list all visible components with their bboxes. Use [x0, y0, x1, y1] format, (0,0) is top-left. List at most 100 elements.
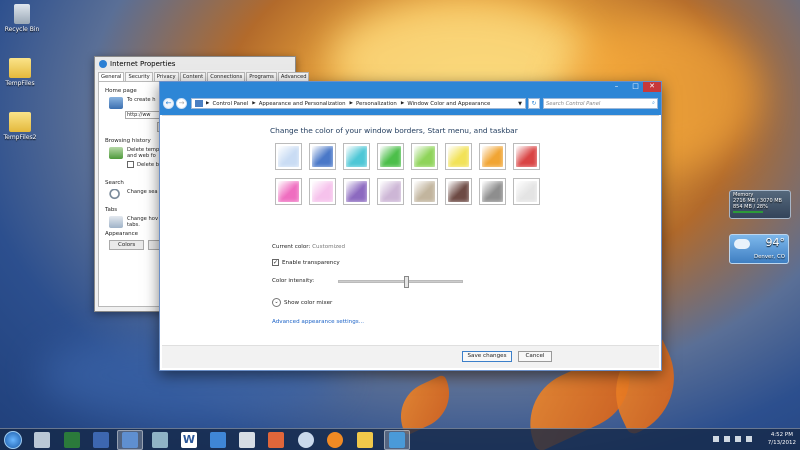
desktop-icon-tempfiles[interactable]: TempFiles — [0, 58, 42, 87]
start-button[interactable] — [4, 431, 22, 449]
desktop-icon-recycle-bin[interactable]: Recycle Bin — [0, 4, 44, 33]
window-frame[interactable]: – □ ✕ ← → ▶ Control Panel ▶ Appearance a… — [160, 82, 661, 115]
browser-app-icon[interactable] — [298, 432, 314, 448]
color-swatch[interactable] — [275, 143, 302, 170]
color-swatch[interactable] — [411, 178, 438, 205]
color-swatch[interactable] — [275, 178, 302, 205]
network-app-icon[interactable] — [93, 432, 109, 448]
tab-privacy[interactable]: Privacy — [153, 72, 179, 81]
search-placeholder: Search Control Panel — [546, 100, 601, 107]
enable-transparency-option[interactable]: ✓ Enable transparency — [272, 259, 340, 266]
chevron-right-icon: ▶ — [206, 101, 210, 106]
save-button[interactable]: Save changes — [462, 351, 512, 362]
forward-arrow-icon[interactable]: → — [176, 98, 187, 109]
desktop-icon-label: TempFiles2 — [3, 134, 37, 141]
color-swatch-fill — [482, 181, 503, 202]
color-swatch-fill — [380, 181, 401, 202]
breadcrumb-appearance[interactable]: Appearance and Personalization — [259, 101, 346, 107]
slider-thumb[interactable] — [403, 275, 409, 288]
color-swatch-grid — [275, 143, 547, 205]
clock[interactable]: 4:52 PM 7/13/2012 — [768, 431, 796, 447]
internet-properties-tabs: General Security Privacy Content Connect… — [95, 70, 310, 81]
color-swatch[interactable] — [479, 143, 506, 170]
color-swatch-fill — [414, 181, 435, 202]
delete-on-exit-checkbox[interactable] — [127, 161, 134, 168]
navigation-bar: ← → ▶ Control Panel ▶ Appearance and Per… — [163, 97, 658, 110]
color-swatch-fill — [482, 146, 503, 167]
color-intensity-row: Color intensity: — [272, 275, 464, 288]
tab-programs[interactable]: Programs — [246, 72, 277, 81]
color-swatch[interactable] — [309, 143, 336, 170]
breadcrumb-personalization[interactable]: Personalization — [356, 101, 397, 107]
word-app-icon[interactable]: W — [181, 432, 197, 448]
address-bar[interactable]: ▶ Control Panel ▶ Appearance and Persona… — [191, 98, 526, 109]
breadcrumb-window-color[interactable]: Window Color and Appearance — [407, 101, 490, 107]
firefox-app-icon[interactable] — [327, 432, 343, 448]
terminal-app-icon[interactable] — [64, 432, 80, 448]
color-swatch-fill — [346, 181, 367, 202]
color-swatch[interactable] — [445, 143, 472, 170]
color-swatch[interactable] — [411, 143, 438, 170]
weather-gadget[interactable]: 94° Denver, CO — [729, 234, 789, 264]
tabs-icon — [109, 216, 123, 228]
color-swatch-fill — [346, 146, 367, 167]
chevron-right-icon: ▶ — [400, 101, 405, 106]
window-color-appearance-window[interactable]: – □ ✕ ← → ▶ Control Panel ▶ Appearance a… — [159, 81, 662, 371]
weather-city: Denver, CO — [753, 254, 785, 260]
color-intensity-slider[interactable] — [338, 275, 464, 288]
media-app-icon[interactable] — [268, 432, 284, 448]
color-swatch[interactable] — [513, 143, 540, 170]
color-swatch[interactable] — [513, 178, 540, 205]
back-arrow-icon[interactable]: ← — [163, 98, 174, 109]
flag-icon[interactable] — [724, 436, 730, 442]
search-input[interactable]: Search Control Panel ⌕ — [543, 98, 658, 109]
chevron-down-icon[interactable]: ▼ — [518, 101, 522, 107]
tab-advanced[interactable]: Advanced — [277, 72, 310, 81]
game-app-icon[interactable] — [239, 432, 255, 448]
refresh-icon[interactable]: ↻ — [528, 98, 540, 109]
color-swatch[interactable] — [377, 143, 404, 170]
advanced-appearance-link[interactable]: Advanced appearance settings... — [272, 319, 364, 325]
color-swatch[interactable] — [479, 178, 506, 205]
tab-connections[interactable]: Connections — [207, 72, 246, 81]
internet-properties-app-icon[interactable] — [389, 432, 405, 448]
desktop-icon-tempfiles2[interactable]: TempFiles2 — [0, 112, 42, 141]
color-swatch[interactable] — [445, 178, 472, 205]
tab-content[interactable]: Content — [179, 72, 207, 81]
color-swatch-fill — [516, 146, 537, 167]
control-panel-app-icon[interactable] — [122, 432, 138, 448]
recycle-bin-icon — [14, 4, 30, 24]
color-swatch-fill — [448, 146, 469, 167]
colors-button[interactable]: Colors — [109, 240, 145, 250]
network-icon[interactable] — [735, 436, 741, 442]
color-swatch[interactable] — [343, 143, 370, 170]
enable-transparency-checkbox[interactable]: ✓ — [272, 259, 279, 266]
desktop-icon-label: Recycle Bin — [4, 26, 40, 33]
leaf-decoration — [389, 374, 461, 436]
home-icon — [109, 97, 123, 109]
cancel-button[interactable]: Cancel — [518, 351, 552, 362]
color-swatch-fill — [516, 181, 537, 202]
color-swatch[interactable] — [343, 178, 370, 205]
documents-app-icon[interactable] — [34, 432, 50, 448]
show-color-mixer[interactable]: ⌄ Show color mixer — [272, 298, 332, 307]
delete-on-exit-label: Delete b — [137, 161, 159, 168]
memory-usage-bar — [733, 211, 764, 213]
chevron-up-icon[interactable] — [713, 436, 719, 442]
tab-general[interactable]: General — [98, 72, 125, 81]
minimize-button[interactable]: – — [607, 82, 626, 92]
color-swatch[interactable] — [377, 178, 404, 205]
breadcrumb-control-panel[interactable]: Control Panel — [212, 101, 248, 107]
tab-security[interactable]: Security — [125, 72, 153, 81]
explorer-app-icon[interactable] — [357, 432, 373, 448]
internet-properties-titlebar[interactable]: Internet Properties — [95, 57, 295, 70]
store-app-icon[interactable] — [210, 432, 226, 448]
control-panel-icon — [195, 100, 203, 107]
memory-gadget[interactable]: Memory 2716 MB / 3070 MB 854 MB / 28% — [729, 190, 791, 219]
color-swatch[interactable] — [309, 178, 336, 205]
notes-app-icon[interactable] — [152, 432, 168, 448]
volume-icon[interactable] — [746, 436, 752, 442]
current-color-label: Current color: — [272, 244, 311, 250]
chevron-down-icon[interactable]: ⌄ — [272, 298, 281, 307]
close-button[interactable]: ✕ — [643, 82, 661, 92]
